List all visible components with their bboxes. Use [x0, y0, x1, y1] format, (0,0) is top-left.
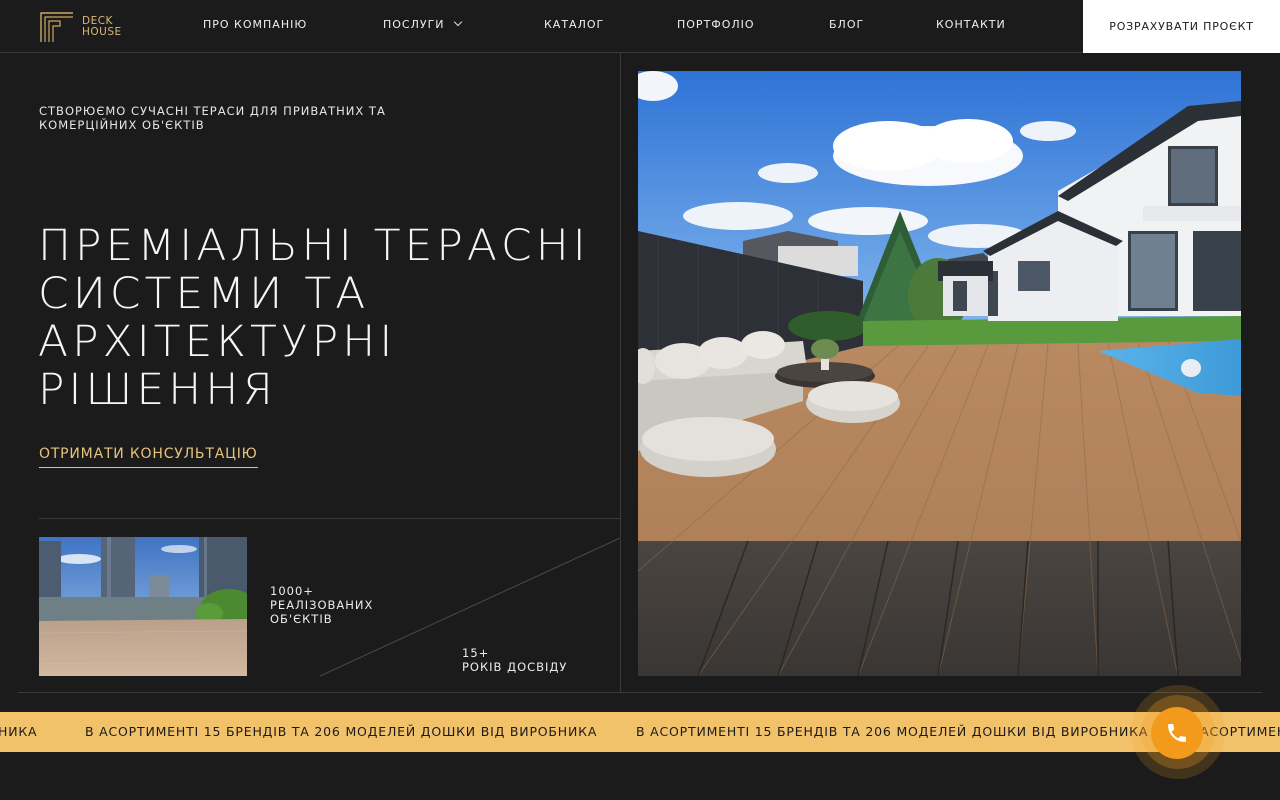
bottom-divider [18, 692, 1262, 693]
logo-icon [40, 11, 74, 43]
logo-text: DECK HOUSE [82, 16, 122, 38]
stat-experience: 15+ РОКІВ ДОСВІДУ [462, 646, 612, 674]
nav-item-blog[interactable]: БЛОГ [829, 18, 864, 31]
stat-experience-value: 15+ [462, 646, 490, 660]
nav-item-catalog[interactable]: КАТАЛОГ [544, 18, 604, 31]
chevron-down-icon [453, 17, 462, 27]
logo-text-line2: HOUSE [82, 26, 122, 38]
calculate-project-button[interactable]: РОЗРАХУВАТИ ПРОЄКТ [1083, 0, 1280, 53]
marquee-fragment-left: НИКА [0, 724, 38, 739]
nav-item-portfolio[interactable]: ПОРТФОЛІО [677, 18, 755, 31]
logo[interactable]: DECK HOUSE [40, 11, 132, 43]
phone-icon [1168, 724, 1186, 742]
nav-item-about[interactable]: ПРО КОМПАНІЮ [203, 18, 307, 31]
hero-tagline: СТВОРЮЄМО СУЧАСНІ ТЕРАСИ ДЛЯ ПРИВАТНИХ Т… [39, 104, 386, 132]
project-thumbnail-image [39, 537, 247, 676]
stat-projects-label: РЕАЛІЗОВАНИХ ОБ'ЄКТІВ [270, 598, 374, 626]
hero-title: ПРЕМІАЛЬНІ ТЕРАСНІ СИСТЕМИ ТА АРХІТЕКТУР… [38, 221, 590, 415]
nav-item-services-label: ПОСЛУГИ [383, 18, 445, 31]
nav-item-services[interactable]: ПОСЛУГИ [383, 17, 462, 31]
hero-terrace-photo [638, 71, 1241, 676]
stat-projects: 1000+ РЕАЛІЗОВАНИХ ОБ'ЄКТІВ [270, 584, 410, 626]
call-button[interactable] [1151, 707, 1203, 759]
marquee-text-1: В АСОРТИМЕНТІ 15 БРЕНДІВ ТА 206 МОДЕЛЕЙ … [85, 724, 598, 739]
stat-projects-value: 1000+ [270, 584, 314, 598]
horizontal-divider [39, 518, 620, 519]
site-header: DECK HOUSE ПРО КОМПАНІЮ ПОСЛУГИ КАТАЛОГ … [0, 0, 1280, 53]
stat-experience-label: РОКІВ ДОСВІДУ [462, 660, 568, 674]
nav-item-contacts[interactable]: КОНТАКТИ [936, 18, 1006, 31]
marquee-text-2: В АСОРТИМЕНТІ 15 БРЕНДІВ ТА 206 МОДЕЛЕЙ … [636, 724, 1149, 739]
brands-marquee: НИКА В АСОРТИМЕНТІ 15 БРЕНДІВ ТА 206 МОД… [0, 712, 1280, 752]
get-consultation-link[interactable]: ОТРИМАТИ КОНСУЛЬТАЦІЮ [39, 446, 258, 468]
